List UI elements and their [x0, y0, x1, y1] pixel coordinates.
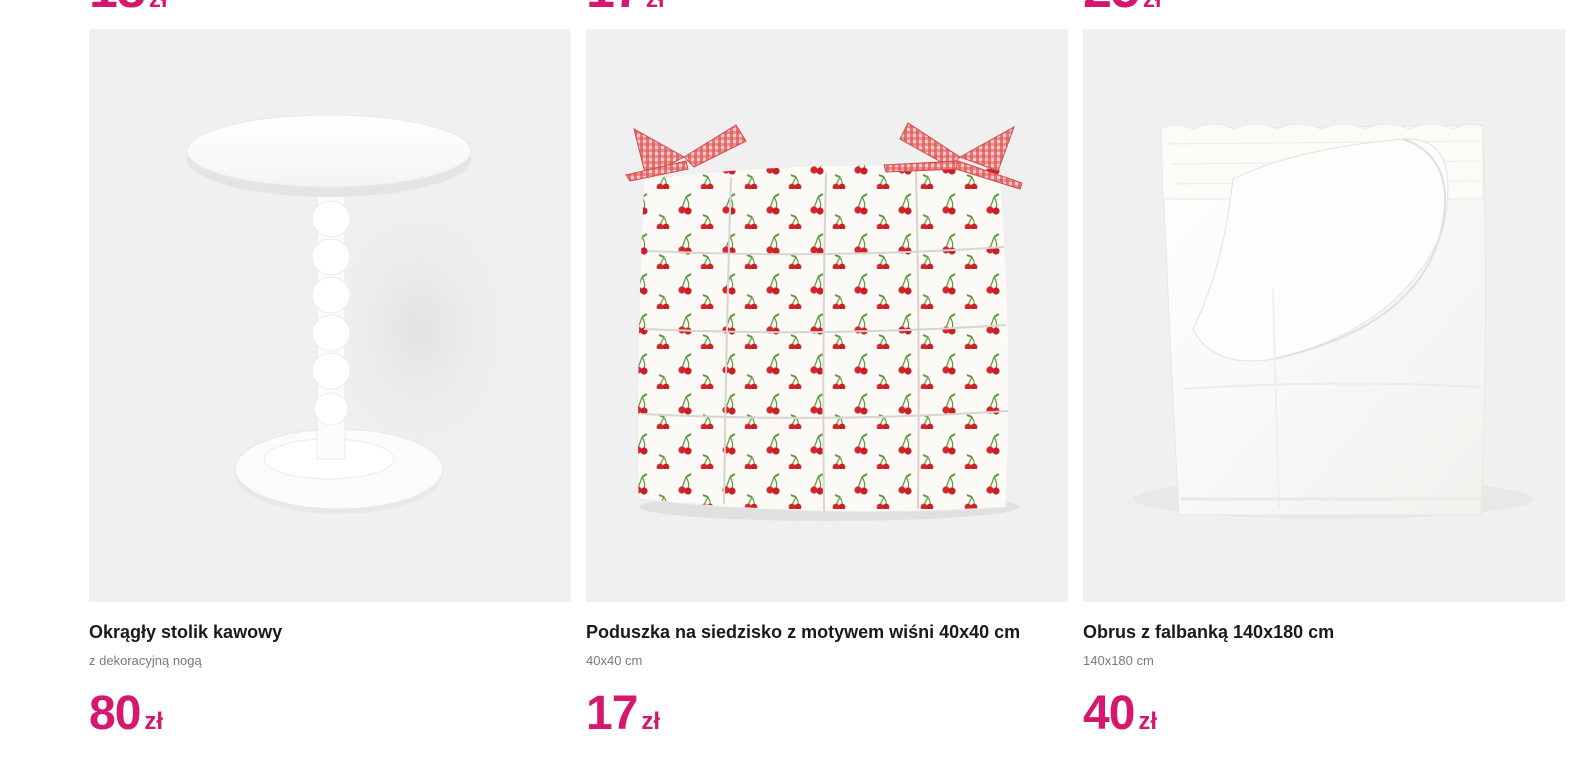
price-value: 17	[586, 0, 643, 20]
price-currency: zł	[1143, 0, 1162, 14]
product-card[interactable]: Poduszka na siedzisko z motywem wiśni 40…	[586, 29, 1068, 741]
product-image-cherry-cushion[interactable]	[586, 29, 1068, 602]
price-value: 17	[586, 687, 638, 740]
product-subtitle: z dekoracyjną nogą	[89, 653, 202, 668]
price-value: 18	[89, 0, 146, 20]
product-image-round-table[interactable]	[89, 29, 571, 602]
product-title[interactable]: Obrus z falbanką 140x180 cm	[1083, 622, 1543, 643]
previous-price-1[interactable]: 18 zł	[89, 0, 168, 20]
product-image-ruffled-tablecloth[interactable]	[1083, 29, 1565, 602]
previous-row-prices: 18 zł 17 zł 25 zł	[0, 0, 1578, 19]
product-price: 80 zł	[89, 686, 571, 741]
previous-price-2[interactable]: 17 zł	[586, 0, 665, 20]
product-subtitle: 140x180 cm	[1083, 653, 1154, 668]
price-value: 80	[89, 687, 141, 740]
product-card[interactable]: Okrągły stolik kawowy z dekoracyjną nogą…	[89, 29, 571, 741]
price-currency: zł	[149, 0, 168, 14]
product-price: 17 zł	[586, 686, 1068, 741]
price-currency: zł	[144, 708, 164, 735]
price-currency: zł	[1138, 708, 1158, 735]
product-title[interactable]: Okrągły stolik kawowy	[89, 622, 549, 643]
price-value: 40	[1083, 687, 1135, 740]
product-price: 40 zł	[1083, 686, 1565, 741]
price-currency: zł	[641, 708, 661, 735]
product-card[interactable]: Obrus z falbanką 140x180 cm 140x180 cm 4…	[1083, 29, 1565, 741]
price-currency: zł	[646, 0, 665, 14]
price-value: 25	[1083, 0, 1140, 20]
product-title[interactable]: Poduszka na siedzisko z motywem wiśni 40…	[586, 622, 1046, 643]
previous-price-3[interactable]: 25 zł	[1083, 0, 1162, 20]
product-subtitle: 40x40 cm	[586, 653, 643, 668]
